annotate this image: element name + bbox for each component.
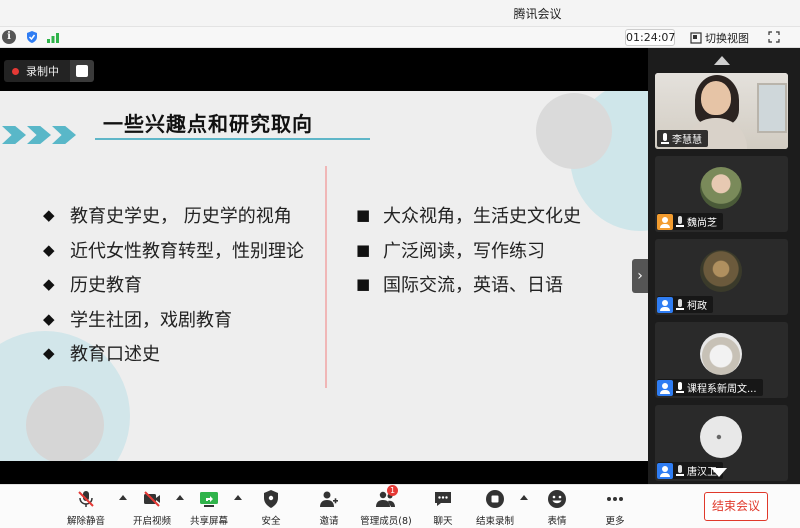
microphone-muted-icon xyxy=(676,215,684,228)
right-topic-list: ■ 大众视角，生活史文化史 ■ 广泛阅读，写作练习 ■ 国际交流，英语、日语 xyxy=(356,198,581,302)
reactions-button[interactable]: 表情 xyxy=(528,488,586,528)
list-item: ◆ 近代女性教育转型，性别理论 xyxy=(43,240,304,262)
stop-recording-button[interactable] xyxy=(70,60,94,82)
column-divider xyxy=(325,166,327,388)
title-bar: 腾讯会议 xyxy=(0,0,800,27)
security-button[interactable]: 安全 xyxy=(242,488,300,528)
meeting-timer: 01:24:07 xyxy=(625,29,676,46)
scroll-up-icon[interactable] xyxy=(714,56,730,65)
participant-tile[interactable]: 柯政 xyxy=(655,239,788,315)
square-bullet-icon: ■ xyxy=(356,206,371,225)
switch-view-button[interactable]: 切换视图 xyxy=(690,29,749,46)
participant-name-tag: 魏尚芝 xyxy=(657,213,723,230)
microphone-muted-icon xyxy=(676,298,684,311)
share-screen-button[interactable]: 共享屏幕 xyxy=(180,488,238,528)
participant-tile[interactable]: 课程系新周文... xyxy=(655,322,788,398)
add-user-icon xyxy=(320,491,338,507)
diamond-bullet-icon: ◆ xyxy=(43,344,55,363)
microphone-icon xyxy=(661,132,669,145)
scroll-down-icon[interactable] xyxy=(711,468,727,477)
left-topic-list: ◆ 教育史学史， 历史学的视角 ◆ 近代女性教育转型，性别理论 ◆ 历史教育 ◆ 学生社… xyxy=(43,198,304,371)
user-badge-icon xyxy=(657,379,673,396)
end-recording-button[interactable]: 结束录制 xyxy=(466,488,524,528)
notification-badge: 1 xyxy=(387,485,398,496)
square-bullet-icon: ■ xyxy=(356,275,371,294)
avatar xyxy=(700,416,742,458)
chat-icon xyxy=(435,492,451,506)
meeting-toolbar: 解除静音 开启视频 共享屏幕 安全 邀请 1 管理成员(8) 聊天 结束录制 表… xyxy=(0,484,800,528)
list-item: ■ 广泛阅读，写作练习 xyxy=(356,240,545,262)
list-item: ◆ 历史教育 xyxy=(43,275,142,297)
list-item: ■ 国际交流，英语、日语 xyxy=(356,275,563,297)
list-item: ◆ 教育口述史 xyxy=(43,344,160,366)
recording-label: 录制中 xyxy=(26,65,59,78)
end-meeting-button[interactable]: 结束会议 xyxy=(704,492,768,521)
square-bullet-icon: ■ xyxy=(356,240,371,259)
switch-view-label: 切换视图 xyxy=(705,31,749,45)
members-icon: 1 xyxy=(376,485,398,509)
manage-members-button[interactable]: 1 管理成员(8) xyxy=(357,485,415,528)
presentation-slide: 一些兴趣点和研究取向 ◆ 教育史学史， 历史学的视角 ◆ 近代女性教育转型，性别理论… xyxy=(0,91,648,461)
recording-indicator: 录制中 xyxy=(4,60,94,82)
grid-view-icon xyxy=(690,31,702,44)
diamond-bullet-icon: ◆ xyxy=(43,309,55,328)
user-badge-icon xyxy=(657,462,673,479)
diamond-bullet-icon: ◆ xyxy=(43,240,55,259)
signal-icon[interactable] xyxy=(46,30,60,44)
participant-name-tag: 柯政 xyxy=(657,296,713,313)
participant-name-tag: 课程系新周文... xyxy=(657,379,763,396)
list-item: ◆ 学生社团，戏剧教育 xyxy=(43,309,232,331)
list-item: ◆ 教育史学史， 历史学的视角 xyxy=(43,206,292,228)
more-button[interactable]: 更多 xyxy=(586,488,644,528)
title-underline xyxy=(95,138,370,140)
stop-record-icon xyxy=(486,490,504,508)
diamond-bullet-icon: ◆ xyxy=(43,275,55,294)
avatar xyxy=(700,250,742,292)
participant-tile[interactable]: 魏尚芝 xyxy=(655,156,788,232)
recording-dot-icon xyxy=(12,67,19,75)
avatar xyxy=(700,167,742,209)
participant-gallery: 李慧慧 魏尚芝 柯政 课程系新周文... 唐汉卫 xyxy=(648,48,800,484)
decor-circle xyxy=(26,386,104,461)
more-dots-icon xyxy=(607,497,623,501)
microphone-muted-icon xyxy=(78,491,94,507)
emoji-icon xyxy=(548,490,566,508)
shield-icon[interactable] xyxy=(25,30,39,44)
collapse-gallery-button[interactable]: › xyxy=(632,259,648,293)
status-bar: i 01:24:07 切换视图 xyxy=(0,27,800,48)
participant-tile[interactable]: 李慧慧 xyxy=(655,73,788,149)
info-icon[interactable]: i xyxy=(2,30,16,44)
shield-icon xyxy=(264,490,278,508)
diamond-bullet-icon: ◆ xyxy=(43,206,55,225)
share-screen-icon xyxy=(200,492,218,507)
share-options-chevron-icon[interactable] xyxy=(234,495,242,500)
microphone-icon xyxy=(676,381,684,394)
slide-title: 一些兴趣点和研究取向 xyxy=(103,112,313,136)
user-badge-icon xyxy=(657,296,673,313)
unmute-button[interactable]: 解除静音 xyxy=(57,488,115,528)
list-item: ■ 大众视角，生活史文化史 xyxy=(356,206,581,228)
invite-button[interactable]: 邀请 xyxy=(300,488,358,528)
avatar xyxy=(700,333,742,375)
camera-off-icon xyxy=(144,491,160,507)
chat-button[interactable]: 聊天 xyxy=(414,488,472,528)
recording-options-chevron-icon[interactable] xyxy=(520,495,528,500)
microphone-muted-icon xyxy=(676,464,684,477)
start-video-button[interactable]: 开启视频 xyxy=(123,488,181,528)
fullscreen-icon[interactable] xyxy=(768,31,780,43)
participant-name-tag: 李慧慧 xyxy=(657,130,708,147)
arrow-decoration-icon xyxy=(2,126,76,144)
host-badge-icon xyxy=(657,213,673,230)
window-title: 腾讯会议 xyxy=(513,7,562,21)
decor-circle xyxy=(536,93,612,169)
